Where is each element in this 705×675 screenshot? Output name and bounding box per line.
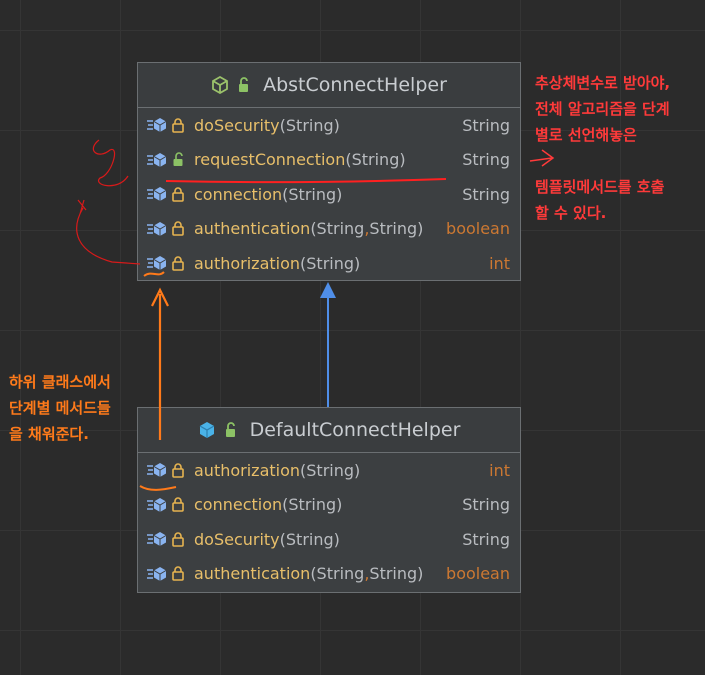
note-line: 하위 클래스에서	[9, 373, 111, 391]
orange-up-arrow	[151, 287, 169, 440]
note-template-method: 추상체변수로 받아야, 전체 알고리즘을 단계별로 선언해놓은템플릿메서드를 호출…	[535, 70, 670, 226]
inheritance-arrow	[320, 282, 336, 407]
note-line: 을 채워준다.	[9, 425, 89, 443]
left-scribble	[76, 139, 141, 265]
note-line: 템플릿메서드를 호출	[535, 178, 665, 196]
orange-mark-top	[143, 271, 165, 277]
note-line: 할 수 있다.	[535, 204, 607, 222]
orange-mark-bottom	[139, 485, 177, 491]
note-line: 단계별 메서드들	[9, 399, 111, 417]
note-line: 별로 선언해놓은	[535, 126, 637, 144]
note-subclass-fill: 하위 클래스에서단계별 메서드들을 채워준다.	[9, 369, 111, 447]
note-line: 추상체변수로 받아야,	[535, 74, 671, 92]
underline-request-connection	[165, 178, 447, 184]
note-line: 전체 알고리즘을 단계	[535, 100, 670, 118]
